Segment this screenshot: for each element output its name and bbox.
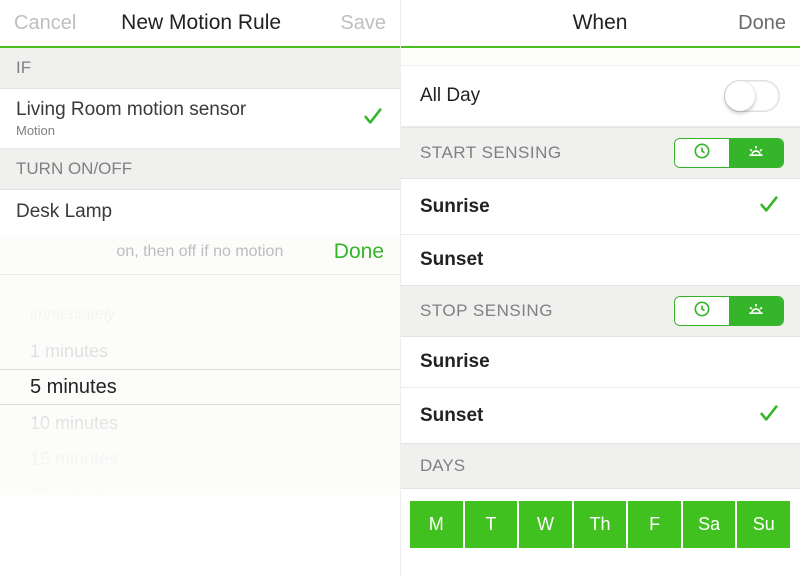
- cancel-button[interactable]: Cancel: [14, 12, 76, 35]
- right-navbar: When Done: [400, 0, 800, 48]
- stop-sensing-label: STOP SENSING: [420, 301, 553, 321]
- clock-icon: [692, 141, 712, 166]
- inline-done-button[interactable]: Done: [334, 240, 384, 264]
- if-section-header: IF: [0, 48, 400, 89]
- duration-picker[interactable]: immediately1 minutes5 minutes10 minutes1…: [0, 275, 400, 495]
- checkmark-icon: [758, 402, 780, 429]
- checkmark-icon: [362, 105, 384, 132]
- day-button[interactable]: F: [628, 501, 681, 548]
- start-sunrise-row[interactable]: Sunrise: [400, 179, 800, 235]
- sensor-type: Motion: [16, 123, 246, 138]
- days-header: DAYS: [400, 443, 800, 489]
- clock-icon: [692, 299, 712, 324]
- done-button[interactable]: Done: [726, 12, 786, 35]
- clock-segment[interactable]: [675, 139, 729, 167]
- clock-segment[interactable]: [675, 297, 729, 325]
- checkmark-icon: [758, 193, 780, 220]
- right-pane: When Done All Day START SENSING Sunrise: [400, 0, 800, 577]
- sunrise-label: Sunrise: [420, 196, 490, 218]
- day-button[interactable]: Sa: [683, 501, 736, 548]
- allday-row: All Day: [400, 66, 800, 127]
- sunrise-icon: [746, 141, 766, 166]
- picker-item[interactable]: 1 minutes: [30, 333, 370, 369]
- day-button[interactable]: Su: [737, 501, 790, 548]
- picker-item[interactable]: immediately: [30, 297, 370, 333]
- start-mode-segment[interactable]: [674, 138, 784, 168]
- stop-sunrise-row[interactable]: Sunrise: [400, 337, 800, 388]
- left-navbar: Cancel New Motion Rule Save: [0, 0, 400, 48]
- save-button[interactable]: Save: [326, 12, 386, 35]
- allday-label: All Day: [420, 85, 480, 107]
- motion-hint: on, then off if no motion: [66, 243, 334, 261]
- day-button[interactable]: Th: [574, 501, 627, 548]
- sunrise-icon: [746, 299, 766, 324]
- sunset-label: Sunset: [420, 249, 483, 271]
- picker-item[interactable]: 15 minutes: [30, 441, 370, 477]
- days-row: MTWThFSaSu: [400, 489, 800, 548]
- stop-sensing-header: STOP SENSING: [400, 285, 800, 337]
- picker-item[interactable]: 30 minutes: [30, 477, 370, 495]
- start-sensing-label: START SENSING: [420, 143, 562, 163]
- sensor-name: Living Room motion sensor: [16, 99, 246, 121]
- when-title: When: [573, 11, 628, 35]
- inline-done-row: on, then off if no motion Done: [0, 234, 400, 275]
- sun-segment[interactable]: [729, 297, 783, 325]
- day-button[interactable]: M: [410, 501, 463, 548]
- device-name: Desk Lamp: [16, 201, 112, 223]
- device-row[interactable]: Desk Lamp: [0, 190, 400, 234]
- turn-section-header: TURN ON/OFF: [0, 149, 400, 190]
- start-sunset-row[interactable]: Sunset: [400, 235, 800, 285]
- sensor-row[interactable]: Living Room motion sensor Motion: [0, 89, 400, 149]
- day-button[interactable]: W: [519, 501, 572, 548]
- stop-mode-segment[interactable]: [674, 296, 784, 326]
- sunrise-label: Sunrise: [420, 351, 490, 373]
- allday-toggle[interactable]: [724, 80, 780, 112]
- left-pane: Cancel New Motion Rule Save IF Living Ro…: [0, 0, 400, 577]
- start-sensing-header: START SENSING: [400, 127, 800, 179]
- sun-segment[interactable]: [729, 139, 783, 167]
- sunset-label: Sunset: [420, 405, 483, 427]
- picker-item[interactable]: 10 minutes: [30, 405, 370, 441]
- pane-divider: [400, 0, 401, 577]
- day-button[interactable]: T: [465, 501, 518, 548]
- stop-sunset-row[interactable]: Sunset: [400, 388, 800, 443]
- nav-title: New Motion Rule: [121, 11, 281, 35]
